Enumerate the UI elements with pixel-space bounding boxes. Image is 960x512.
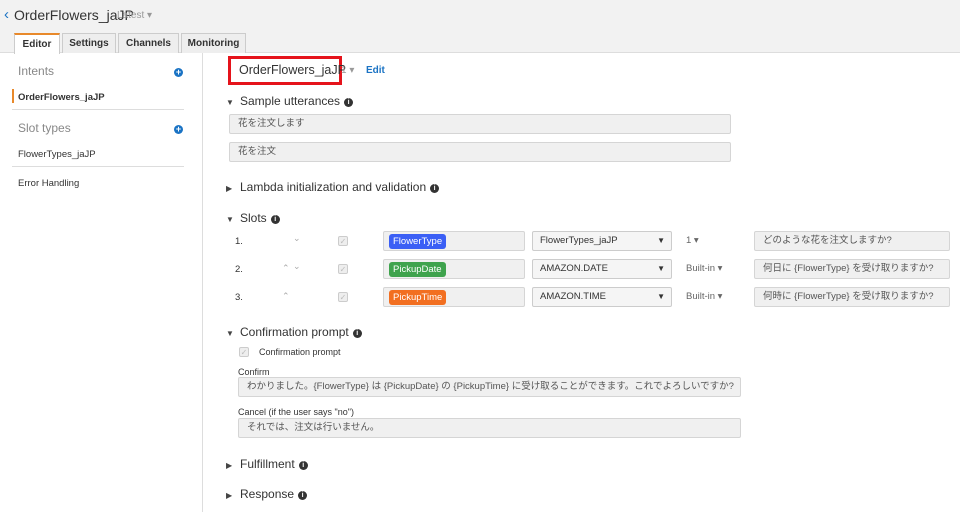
info-icon[interactable]: i (298, 461, 308, 470)
slot-name-field[interactable]: PickupDate (383, 259, 525, 279)
tab-settings[interactable]: Settings (62, 33, 116, 53)
slot-prompt-input[interactable]: 何日に {FlowerType} を受け取りますか? (754, 259, 950, 279)
divider (12, 109, 184, 110)
move-up-icon[interactable]: ⌃ (282, 263, 290, 274)
intent-version: 1 (341, 65, 347, 76)
caret-right-icon: ▶ (226, 184, 233, 193)
info-icon[interactable]: i (352, 329, 362, 338)
section-label: Slots (240, 211, 267, 225)
info-icon[interactable]: i (344, 98, 354, 107)
move-down-icon[interactable]: ⌄ (293, 261, 301, 272)
slot-version-dropdown[interactable]: Built-in ▾ (686, 291, 722, 302)
slot-type-value: FlowerTypes_jaJP (540, 235, 618, 246)
caret-down-icon: ▼ (657, 264, 665, 273)
slot-name-chip: PickupDate (389, 262, 446, 277)
caret-right-icon: ▶ (226, 461, 233, 470)
slot-name-field[interactable]: PickupTime (383, 287, 525, 307)
slot-prompt-input[interactable]: どのような花を注文しますか? (754, 231, 950, 251)
slot-type-select[interactable]: AMAZON.TIME ▼ (532, 287, 672, 307)
section-slots[interactable]: ▼ Slots i (226, 211, 280, 225)
confirm-label: Confirm (238, 367, 270, 377)
intents-heading: Intents (18, 64, 55, 78)
sidebar-item-intent[interactable]: OrderFlowers_jaJP (18, 92, 105, 103)
slot-version: Built-in (686, 263, 716, 274)
section-label: Response (240, 487, 295, 501)
slot-name-chip: FlowerType (389, 234, 447, 249)
slot-types-heading: Slot types (18, 121, 71, 135)
slot-version: Built-in (686, 291, 716, 302)
version-label: Latest (117, 10, 145, 21)
section-lambda[interactable]: ▶ Lambda initialization and validation i (226, 180, 440, 194)
cancel-input[interactable]: それでは、注文は行いません。 (238, 418, 741, 438)
chevron-left-icon[interactable]: ‹ (4, 6, 9, 23)
active-indicator (12, 89, 14, 103)
slot-required-checkbox[interactable]: ✓ (338, 264, 348, 274)
slot-type-select[interactable]: FlowerTypes_jaJP ▼ (532, 231, 672, 251)
caret-down-icon: ▼ (657, 292, 665, 301)
section-label: Confirmation prompt (240, 325, 349, 339)
section-label: Fulfillment (240, 457, 295, 471)
section-fulfillment[interactable]: ▶ Fulfillment i (226, 457, 308, 471)
section-label: Sample utterances (240, 94, 341, 108)
info-icon[interactable]: i (298, 491, 308, 500)
slot-number: 2. (235, 264, 243, 275)
move-up-icon[interactable]: ⌃ (282, 291, 290, 302)
slot-number: 3. (235, 292, 243, 303)
slot-prompt-input[interactable]: 何時に {FlowerType} を受け取りますか? (754, 287, 950, 307)
sidebar: Intents + OrderFlowers_jaJP Slot types +… (0, 53, 203, 512)
edit-link[interactable]: Edit (366, 65, 385, 76)
sidebar-item-slot-type[interactable]: FlowerTypes_jaJP (18, 149, 96, 160)
section-label: Lambda initialization and validation (240, 180, 427, 194)
section-sample-utterances[interactable]: ▼ Sample utterances i (226, 94, 354, 108)
bot-title: OrderFlowers_jaJP (14, 7, 134, 23)
cancel-label: Cancel (if the user says "no") (238, 407, 354, 417)
slot-version-dropdown[interactable]: 1 ▾ (686, 235, 699, 246)
section-response[interactable]: ▶ Response i (226, 487, 308, 501)
intent-name: OrderFlowers_jaJP (228, 56, 346, 85)
tab-monitoring[interactable]: Monitoring (181, 33, 246, 53)
slot-version-dropdown[interactable]: Built-in ▾ (686, 263, 722, 274)
slot-version: 1 (686, 235, 692, 246)
utterance-input[interactable]: 花を注文 (229, 142, 731, 162)
slot-required-checkbox[interactable]: ✓ (338, 292, 348, 302)
caret-down-icon: ▼ (657, 236, 665, 245)
caret-down-icon: ▼ (226, 215, 234, 224)
top-bar: ‹ OrderFlowers_jaJP Latest ▾ Editor Sett… (0, 0, 960, 54)
slot-type-value: AMAZON.TIME (540, 291, 606, 302)
sidebar-item-error-handling[interactable]: Error Handling (18, 178, 79, 189)
section-confirmation[interactable]: ▼ Confirmation prompt i (226, 325, 362, 339)
slot-name-chip: PickupTime (389, 290, 447, 305)
add-slot-type-icon[interactable]: + (174, 125, 183, 134)
move-down-icon[interactable]: ⌄ (293, 233, 301, 244)
add-intent-icon[interactable]: + (174, 68, 183, 77)
slot-name-field[interactable]: FlowerType (383, 231, 525, 251)
caret-down-icon: ▼ (226, 329, 234, 338)
tab-editor[interactable]: Editor (14, 33, 60, 54)
slot-number: 1. (235, 236, 243, 247)
divider (12, 166, 184, 167)
confirm-input[interactable]: わかりました。{FlowerType} は {PickupDate} の {Pi… (238, 377, 741, 397)
slot-required-checkbox[interactable]: ✓ (338, 236, 348, 246)
info-icon[interactable]: i (430, 184, 440, 193)
slot-type-select[interactable]: AMAZON.DATE ▼ (532, 259, 672, 279)
info-icon[interactable]: i (270, 215, 280, 224)
caret-right-icon: ▶ (226, 491, 233, 500)
confirmation-checkbox[interactable]: ✓ (239, 347, 249, 357)
slot-type-value: AMAZON.DATE (540, 263, 608, 274)
tab-channels[interactable]: Channels (118, 33, 179, 53)
caret-down-icon: ▼ (226, 98, 234, 107)
confirmation-checkbox-label: Confirmation prompt (259, 347, 341, 357)
intent-version-dropdown[interactable]: 1 ▾ (341, 65, 354, 76)
utterance-input[interactable]: 花を注文します (229, 114, 731, 134)
version-dropdown[interactable]: Latest ▾ (117, 10, 152, 21)
